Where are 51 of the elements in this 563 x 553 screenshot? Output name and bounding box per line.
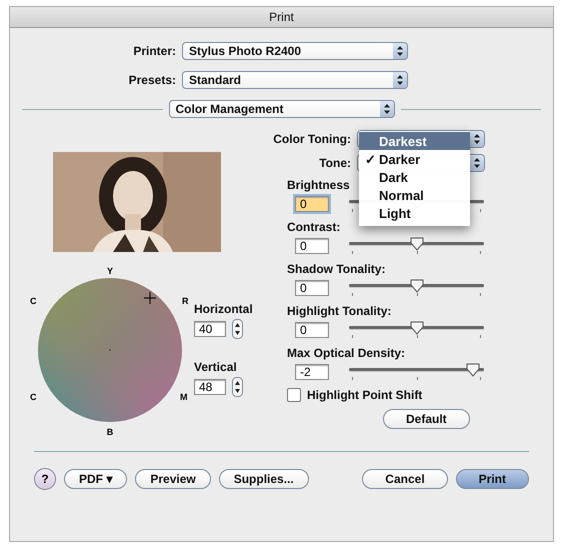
printer-popup[interactable]: Stylus Photo R2400 xyxy=(182,42,408,60)
menu-item[interactable]: ✓ Darker xyxy=(359,150,470,168)
stepper-icon[interactable] xyxy=(232,377,243,397)
updown-arrows-icon xyxy=(393,43,407,59)
vertical-label: Vertical xyxy=(194,360,238,374)
updown-arrows-icon xyxy=(393,72,407,88)
window-title: Print xyxy=(269,10,294,24)
horizontal-label: Horizontal xyxy=(194,302,253,316)
vertical-field[interactable]: 48 xyxy=(194,379,226,395)
slider-thumb[interactable] xyxy=(466,363,480,377)
slider-thumb[interactable] xyxy=(410,279,424,293)
slider-label: Highlight Tonality: xyxy=(287,304,392,318)
menu-item[interactable]: Darkest xyxy=(359,132,470,150)
slider[interactable] xyxy=(349,321,484,339)
horizontal-field[interactable]: 40 xyxy=(194,321,226,337)
slider-label: Contrast: xyxy=(287,220,342,234)
dialog-button[interactable]: PDF ▾ xyxy=(64,469,128,489)
presets-label: Presets: xyxy=(128,73,176,87)
slider[interactable] xyxy=(349,237,484,255)
dialog-button[interactable]: Supplies... xyxy=(218,469,309,489)
value-field[interactable]: 0 xyxy=(295,322,329,338)
updown-arrows-icon xyxy=(470,131,484,147)
printer-label: Printer: xyxy=(132,44,176,58)
section-popup[interactable]: Color Management xyxy=(168,100,394,118)
updown-arrows-icon xyxy=(380,101,394,117)
menu-item[interactable]: Dark xyxy=(359,168,470,186)
dialog-button[interactable]: Preview xyxy=(135,469,211,489)
checkbox-label: Highlight Point Shift xyxy=(307,388,422,402)
menu-item[interactable]: Normal xyxy=(359,186,470,204)
tone-label: Tone: xyxy=(318,156,351,170)
checkbox[interactable] xyxy=(287,388,301,402)
dialog-button[interactable]: Cancel xyxy=(362,469,448,489)
slider-thumb[interactable] xyxy=(410,237,424,251)
slider-label: Max Optical Density: xyxy=(287,346,406,360)
value-field[interactable]: -2 xyxy=(295,364,329,380)
value-field[interactable]: 0 xyxy=(295,196,329,212)
slider-thumb[interactable] xyxy=(410,321,424,335)
presets-popup[interactable]: Standard xyxy=(182,71,408,89)
slider[interactable] xyxy=(349,363,484,381)
stepper-icon[interactable] xyxy=(232,319,243,339)
slider[interactable] xyxy=(349,279,484,297)
slider-label: Brightness xyxy=(287,178,351,192)
help-button[interactable]: ? xyxy=(34,468,56,490)
color-toning-label: Color Toning: xyxy=(272,132,351,146)
slider-label: Shadow Tonality: xyxy=(287,262,386,276)
value-field[interactable]: 0 xyxy=(295,238,329,254)
dialog-button[interactable]: Print xyxy=(456,469,529,489)
updown-arrows-icon xyxy=(470,155,484,171)
menu-item[interactable]: Light xyxy=(359,204,470,222)
value-field[interactable]: 0 xyxy=(295,280,329,296)
default-button[interactable]: Default xyxy=(383,409,470,429)
